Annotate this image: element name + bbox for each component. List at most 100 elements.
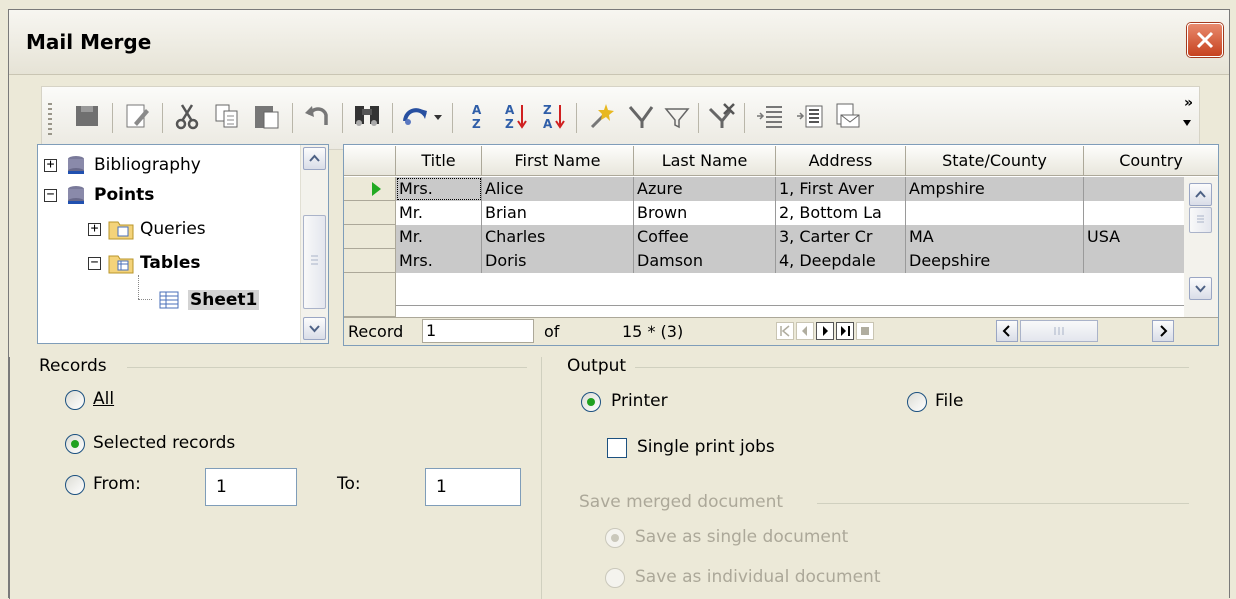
- toolbar-options-arrow[interactable]: [1183, 120, 1191, 126]
- autofilter-icon[interactable]: [586, 101, 616, 131]
- scroll-thumb[interactable]: [1020, 320, 1098, 342]
- column-header-address[interactable]: Address: [776, 146, 906, 176]
- output-printer-label[interactable]: Printer: [611, 391, 668, 411]
- apply-filter-icon[interactable]: [626, 101, 656, 131]
- record-number-input[interactable]: 1: [422, 319, 534, 343]
- cell[interactable]: Alice: [482, 177, 634, 201]
- close-button[interactable]: [1187, 23, 1223, 57]
- output-printer-radio[interactable]: [581, 392, 601, 412]
- cell[interactable]: Damson: [634, 249, 776, 273]
- tree-item-points[interactable]: Points: [64, 181, 154, 209]
- records-selected-radio[interactable]: [65, 434, 85, 454]
- sort-icon[interactable]: AZ: [462, 101, 492, 131]
- output-file-radio[interactable]: [907, 392, 927, 412]
- toolbar-more-button[interactable]: »: [1184, 95, 1193, 111]
- cell[interactable]: 4, Deepdale: [776, 249, 906, 273]
- scroll-thumb[interactable]: [303, 215, 326, 309]
- cell[interactable]: Mrs.: [396, 177, 482, 201]
- scroll-down-button[interactable]: [1189, 277, 1212, 300]
- scroll-left-button[interactable]: [996, 320, 1018, 342]
- tree-item-tables[interactable]: Tables: [108, 249, 201, 277]
- toolbar-grip[interactable]: [48, 103, 52, 135]
- sort-descending-icon[interactable]: ZA: [538, 101, 568, 131]
- new-record-button[interactable]: [856, 322, 874, 340]
- tree-item-bibliography[interactable]: Bibliography: [64, 151, 201, 179]
- next-record-button[interactable]: [816, 322, 834, 340]
- scroll-down-button[interactable]: [303, 317, 326, 340]
- cell[interactable]: [1084, 249, 1184, 273]
- tree-vertical-scrollbar[interactable]: [300, 145, 328, 343]
- refresh-dropdown-arrow[interactable]: [434, 115, 442, 120]
- previous-record-button[interactable]: [796, 322, 814, 340]
- save-individual-label[interactable]: Save as individual document: [635, 567, 881, 587]
- standard-filter-icon[interactable]: [662, 101, 692, 131]
- column-header-first-name[interactable]: First Name: [482, 146, 634, 176]
- save-single-radio[interactable]: [605, 528, 625, 548]
- cell[interactable]: USA: [1084, 225, 1184, 249]
- cell[interactable]: Mrs.: [396, 249, 482, 273]
- row-header[interactable]: [344, 249, 396, 273]
- find-record-icon[interactable]: [352, 101, 382, 131]
- data-to-fields-icon[interactable]: [794, 101, 824, 131]
- mail-merge-icon[interactable]: [832, 101, 862, 131]
- records-from-field[interactable]: 1: [205, 468, 297, 506]
- records-from-label[interactable]: From:: [93, 474, 141, 494]
- cell[interactable]: Charles: [482, 225, 634, 249]
- save-single-label[interactable]: Save as single document: [635, 527, 848, 547]
- row-header[interactable]: [344, 177, 396, 201]
- column-header-title[interactable]: Title: [396, 146, 482, 176]
- save-individual-radio[interactable]: [605, 568, 625, 588]
- grid-vertical-scrollbar[interactable]: [1184, 177, 1218, 317]
- collapse-points-button[interactable]: −: [44, 188, 57, 202]
- expand-bibliography-button[interactable]: +: [44, 158, 57, 172]
- records-selected-label[interactable]: Selected records: [93, 433, 235, 453]
- cell[interactable]: Brian: [482, 201, 634, 225]
- undo-icon[interactable]: [302, 101, 332, 131]
- edit-data-icon[interactable]: [122, 101, 152, 131]
- paste-icon[interactable]: [252, 101, 282, 131]
- cell[interactable]: [1084, 177, 1184, 201]
- cell[interactable]: 1, First Aver: [776, 177, 906, 201]
- records-from-radio[interactable]: [65, 475, 85, 495]
- last-record-button[interactable]: [836, 322, 854, 340]
- column-header-state-county[interactable]: State/County: [906, 146, 1084, 176]
- scroll-up-button[interactable]: [1189, 183, 1212, 206]
- cell[interactable]: MA: [906, 225, 1084, 249]
- cell[interactable]: Azure: [634, 177, 776, 201]
- single-print-jobs-label[interactable]: Single print jobs: [637, 437, 775, 457]
- data-to-text-icon[interactable]: [754, 101, 784, 131]
- output-file-label[interactable]: File: [935, 391, 963, 411]
- cell[interactable]: Ampshire: [906, 177, 1084, 201]
- tree-item-queries[interactable]: Queries: [108, 215, 206, 243]
- column-header-country[interactable]: Country: [1084, 146, 1218, 176]
- cell[interactable]: Brown: [634, 201, 776, 225]
- cell[interactable]: Mr.: [396, 225, 482, 249]
- records-all-label[interactable]: All: [93, 389, 114, 409]
- cell[interactable]: Deepshire: [906, 249, 1084, 273]
- collapse-tables-button[interactable]: −: [88, 256, 101, 270]
- row-header[interactable]: [344, 225, 396, 249]
- records-to-field[interactable]: 1: [425, 468, 521, 506]
- column-header-last-name[interactable]: Last Name: [634, 146, 776, 176]
- sort-ascending-icon[interactable]: AZ: [500, 101, 530, 131]
- cell[interactable]: 2, Bottom La: [776, 201, 906, 225]
- single-print-jobs-checkbox[interactable]: [607, 438, 627, 458]
- cell[interactable]: [1084, 201, 1184, 225]
- first-record-button[interactable]: [776, 322, 794, 340]
- cell[interactable]: 3, Carter Cr: [776, 225, 906, 249]
- remove-filter-icon[interactable]: [706, 101, 736, 131]
- row-header[interactable]: [344, 201, 396, 225]
- scroll-right-button[interactable]: [1152, 320, 1174, 342]
- refresh-icon[interactable]: [400, 101, 430, 131]
- cell[interactable]: Coffee: [634, 225, 776, 249]
- tree-item-sheet1[interactable]: Sheet1: [158, 286, 260, 314]
- cell[interactable]: [906, 201, 1084, 225]
- copy-icon[interactable]: [212, 101, 242, 131]
- cell[interactable]: Mr.: [396, 201, 482, 225]
- cell[interactable]: Doris: [482, 249, 634, 273]
- scroll-up-button[interactable]: [303, 147, 326, 170]
- cut-icon[interactable]: [172, 101, 202, 131]
- scroll-thumb[interactable]: [1189, 207, 1212, 233]
- records-all-radio[interactable]: [65, 390, 85, 410]
- save-record-icon[interactable]: [72, 101, 102, 131]
